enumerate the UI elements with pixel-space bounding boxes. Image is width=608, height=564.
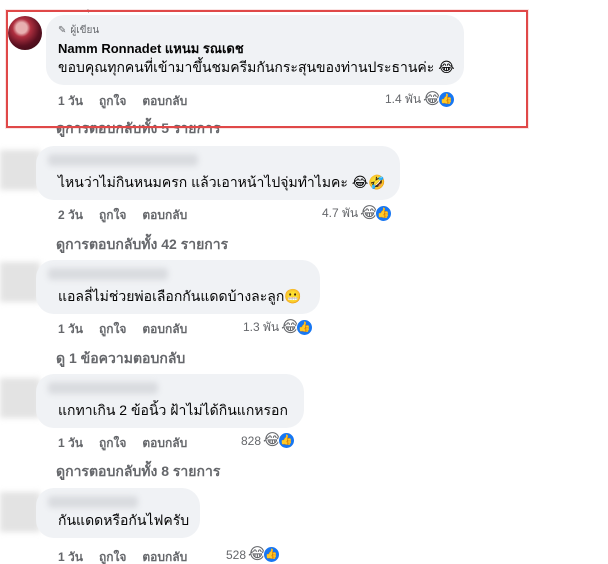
- blurred-avatar[interactable]: [0, 150, 40, 190]
- like-reaction-icon: 👍: [262, 546, 280, 563]
- reaction-count: 828: [241, 433, 262, 448]
- comment-bubble: ✎ ผู้เขียน Namm Ronnadet แหนม รณเดช ขอบค…: [46, 15, 464, 85]
- reaction-summary[interactable]: 4.7 พัน 😂 👍: [322, 204, 392, 223]
- view-replies-link[interactable]: ดูการตอบกลับทั้ง 42 รายการ: [56, 234, 228, 256]
- pencil-icon: ✎: [58, 25, 67, 36]
- author-badge-label: ผู้เขียน: [70, 25, 100, 36]
- reply-button[interactable]: ตอบกลับ: [142, 92, 187, 111]
- blurred-author-name[interactable]: [48, 382, 158, 394]
- like-button[interactable]: ถูกใจ: [99, 320, 126, 339]
- comment-time[interactable]: 1 วัน: [58, 434, 83, 453]
- like-button[interactable]: ถูกใจ: [99, 92, 126, 111]
- blurred-avatar[interactable]: [0, 262, 40, 302]
- like-button[interactable]: ถูกใจ: [99, 548, 126, 564]
- view-replies-link[interactable]: ดู 1 ข้อความตอบกลับ: [56, 348, 185, 370]
- reaction-summary[interactable]: 528 😂 👍: [226, 546, 280, 563]
- like-reaction-icon: 👍: [277, 432, 295, 449]
- comment-time[interactable]: 1 วัน: [58, 320, 83, 339]
- view-replies-link[interactable]: ดูการตอบกลับทั้ง 5 รายการ: [56, 118, 220, 140]
- author-avatar[interactable]: [8, 16, 42, 50]
- comment-actions: 1 วัน ถูกใจ ตอบกลับ: [58, 434, 203, 453]
- comment-bubble: แอลลี่ไม่ช่วยพ่อเลือกกันแดดบ้างละลูก😬: [36, 260, 320, 314]
- like-button[interactable]: ถูกใจ: [99, 206, 126, 225]
- reaction-summary[interactable]: 828 😂 👍: [241, 432, 295, 449]
- comment-bubble: กันแดดหรือกันไฟครับ: [36, 488, 200, 538]
- comment-bubble: ไหนว่าไม่กินหนมครก แล้วเอาหน้าไปจุ่มทำไม…: [36, 146, 400, 200]
- comment-bubble: แกทาเกิน 2 ข้อนิ้ว ฝ้าไม่ได้กินแกหรอก: [36, 374, 304, 428]
- blurred-avatar[interactable]: [0, 492, 40, 532]
- comment-actions: 1 วัน ถูกใจ ตอบกลับ: [58, 548, 203, 564]
- comment-text: ขอบคุณทุกคนที่เข้ามาขึ้นชมครีมกันกระสุนข…: [58, 59, 455, 75]
- comment-author-name[interactable]: Namm Ronnadet แหนม รณเดช: [58, 41, 452, 57]
- blurred-avatar[interactable]: [0, 378, 40, 418]
- blurred-author-name[interactable]: [48, 268, 168, 280]
- reaction-count: 1.4 พัน: [385, 92, 422, 106]
- like-button[interactable]: ถูกใจ: [99, 434, 126, 453]
- reaction-count: 1.3 พัน: [243, 320, 280, 334]
- reaction-count: 4.7 พัน: [322, 206, 359, 220]
- reply-button[interactable]: ตอบกลับ: [142, 206, 187, 225]
- blurred-author-name[interactable]: [48, 154, 198, 166]
- comment-time[interactable]: 1 วัน: [58, 548, 83, 564]
- comment-text: กันแดดหรือกันไฟครับ: [58, 512, 190, 528]
- reply-button[interactable]: ตอบกลับ: [142, 548, 187, 564]
- comment-actions: 1 วัน ถูกใจ ตอบกลับ: [58, 320, 203, 339]
- view-replies-link[interactable]: ดูการตอบกลับทั้ง 8 รายการ: [56, 461, 220, 483]
- like-reaction-icon: 👍: [437, 91, 455, 108]
- comment-actions: 2 วัน ถูกใจ ตอบกลับ: [58, 206, 203, 225]
- comment-time[interactable]: 2 วัน: [58, 206, 83, 225]
- comment-text: ไหนว่าไม่กินหนมครก แล้วเอาหน้าไปจุ่มทำไม…: [58, 174, 386, 190]
- comment-time[interactable]: 1 วัน: [58, 92, 83, 111]
- reaction-count: 528: [226, 547, 247, 562]
- reaction-summary[interactable]: 1.3 พัน 😂 👍: [243, 318, 313, 337]
- reply-button[interactable]: ตอบกลับ: [142, 434, 187, 453]
- comment-text: แอลลี่ไม่ช่วยพ่อเลือกกันแดดบ้างละลูก😬: [58, 288, 302, 304]
- author-badge: ✎ ผู้เขียน: [58, 23, 452, 38]
- like-reaction-icon: 👍: [374, 205, 392, 222]
- blurred-author-name[interactable]: [48, 496, 138, 508]
- comment-text: แกทาเกิน 2 ข้อนิ้ว ฝ้าไม่ได้กินแกหรอก: [58, 402, 288, 418]
- reaction-summary[interactable]: 1.4 พัน 😂 👍: [385, 90, 455, 109]
- reply-button[interactable]: ตอบกลับ: [142, 320, 187, 339]
- comment-actions: 1 วัน ถูกใจ ตอบกลับ: [58, 92, 203, 111]
- like-reaction-icon: 👍: [295, 319, 313, 336]
